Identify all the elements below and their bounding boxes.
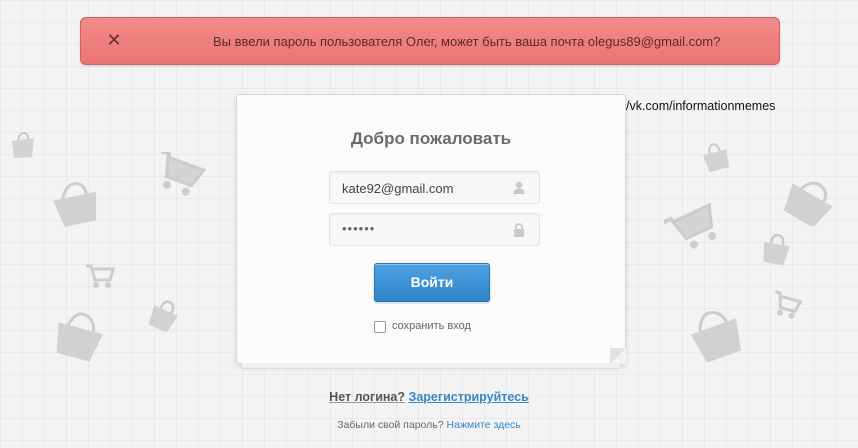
lock-icon	[513, 223, 525, 242]
page-title: Добро пожаловать	[350, 129, 512, 148]
register-link[interactable]: Зарегистрируйтесь	[409, 390, 529, 404]
shopping-basket-icon	[782, 176, 836, 226]
error-alert: ✕ Вы ввели пароль пользователя Олег, мож…	[80, 17, 780, 65]
forgot-password-link[interactable]: Нажмите здесь	[447, 419, 521, 431]
close-icon[interactable]: ✕	[103, 28, 125, 52]
shopping-cart-icon	[150, 152, 206, 198]
shopping-bag-icon	[758, 232, 794, 266]
shopping-bag-icon	[700, 142, 732, 172]
shopping-bag-icon	[8, 130, 38, 160]
shopping-basket-icon	[688, 306, 744, 362]
alert-message: Вы ввели пароль пользователя Олег, может…	[213, 34, 721, 49]
shopping-basket-icon	[50, 178, 102, 228]
no-login-text: Нет логина?	[329, 390, 406, 404]
checkbox-box[interactable]	[374, 321, 386, 333]
shopping-basket-icon	[52, 308, 106, 362]
forgot-password-prompt: Забыли свой пароль? Нажмите здесь	[0, 419, 858, 431]
forgot-password-text: Забыли свой пароль?	[337, 419, 444, 431]
shopping-cart-icon	[664, 202, 724, 254]
login-card: Добро пожаловать kate92@gmail.com ••••••…	[236, 94, 626, 369]
login-button[interactable]: Войти	[374, 263, 490, 302]
page-curl-decoration	[610, 348, 626, 364]
email-value: kate92@gmail.com	[342, 181, 454, 196]
user-icon	[513, 181, 525, 199]
shopping-bag-icon	[146, 298, 182, 332]
email-field[interactable]: kate92@gmail.com	[329, 171, 540, 204]
shopping-cart-icon	[770, 290, 802, 322]
remember-me-label: сохранить вход	[392, 320, 471, 332]
password-field[interactable]: ••••••	[329, 213, 540, 246]
password-value: ••••••	[342, 221, 376, 236]
register-prompt: Нет логина? Зарегистрируйтесь	[0, 390, 858, 404]
shopping-cart-icon	[84, 262, 116, 290]
